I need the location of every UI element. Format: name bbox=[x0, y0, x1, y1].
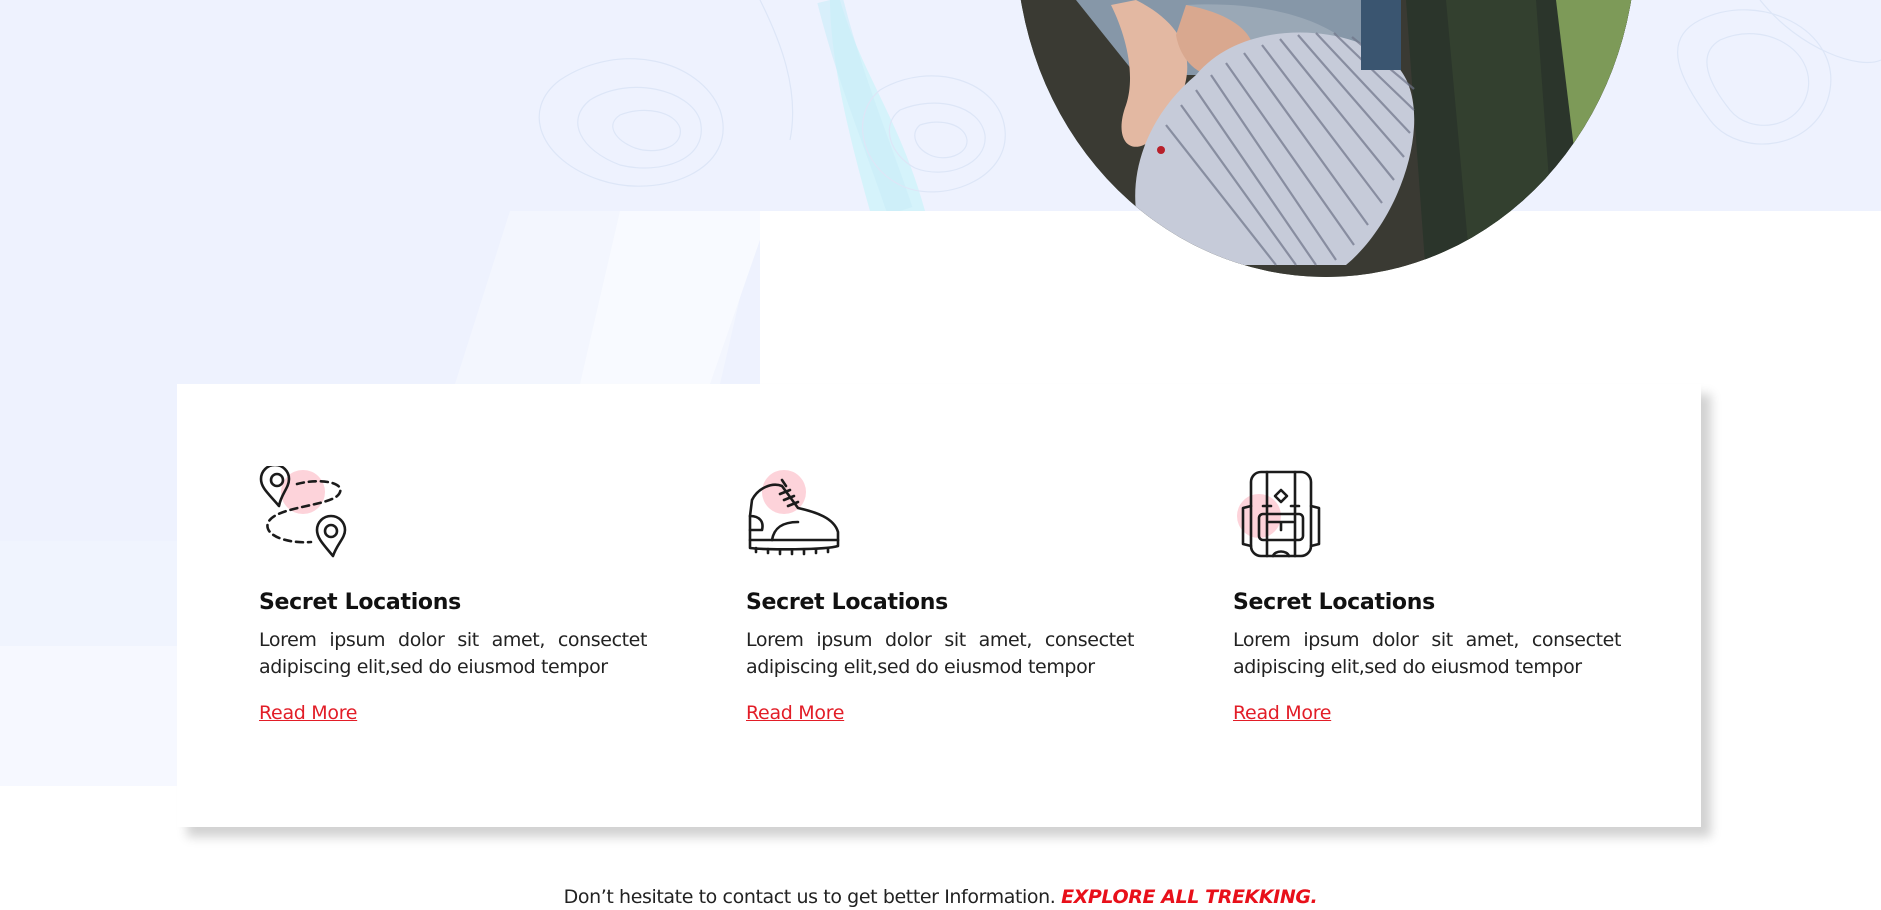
cta-text: Don’t hesitate to contact us to get bett… bbox=[563, 886, 1056, 908]
feature-description: Lorem ipsum dolor sit amet, consectet ad… bbox=[1233, 629, 1621, 678]
feature-item-1: Secret Locations Lorem ipsum dolor sit a… bbox=[259, 466, 647, 724]
feature-description: Lorem ipsum dolor sit amet, consectet ad… bbox=[259, 629, 647, 678]
features-card: Secret Locations Lorem ipsum dolor sit a… bbox=[177, 384, 1701, 827]
read-more-link[interactable]: Read More bbox=[1233, 702, 1331, 724]
contact-cta: Don’t hesitate to contact us to get bett… bbox=[0, 886, 1881, 908]
feature-item-3: Secret Locations Lorem ipsum dolor sit a… bbox=[1233, 466, 1621, 724]
hiking-boot-icon bbox=[746, 466, 842, 562]
read-more-link[interactable]: Read More bbox=[746, 702, 844, 724]
feature-description: Lorem ipsum dolor sit amet, consectet ad… bbox=[746, 629, 1134, 678]
feature-title: Secret Locations bbox=[746, 590, 948, 615]
feature-title: Secret Locations bbox=[259, 590, 461, 615]
backpack-icon bbox=[1233, 466, 1329, 562]
map-route-pins-icon bbox=[259, 466, 355, 562]
hero-photo bbox=[1016, 0, 1636, 277]
explore-trekking-link[interactable]: EXPLORE ALL TREKKING. bbox=[1061, 886, 1318, 908]
feature-title: Secret Locations bbox=[1233, 590, 1435, 615]
read-more-link[interactable]: Read More bbox=[259, 702, 357, 724]
feature-item-2: Secret Locations Lorem ipsum dolor sit a… bbox=[746, 466, 1134, 724]
